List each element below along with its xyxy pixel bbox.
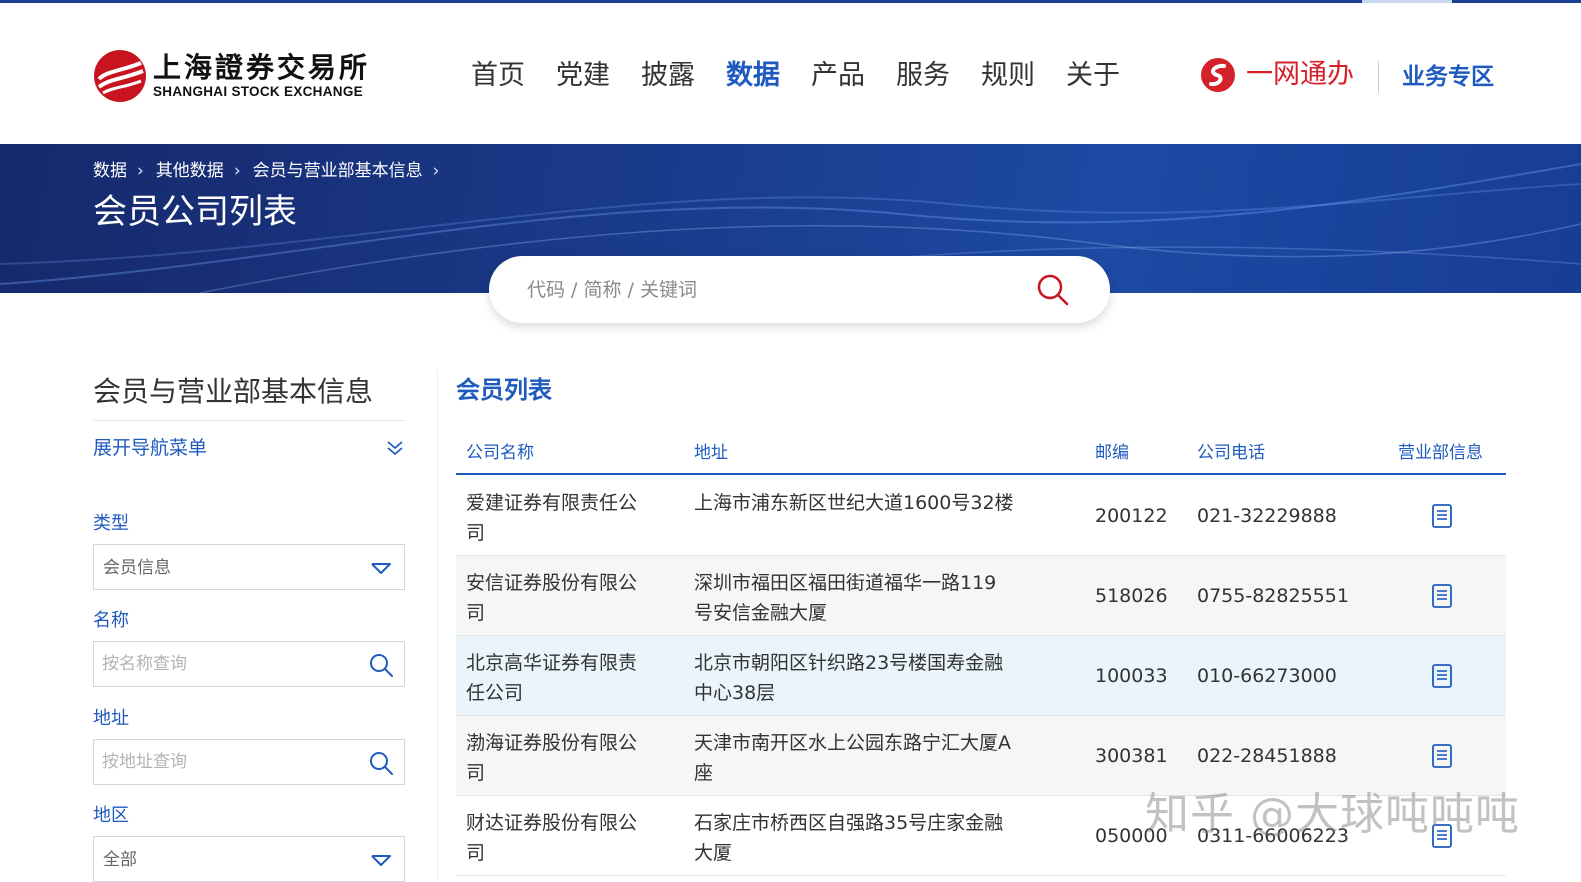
double-chevron-down-icon bbox=[387, 441, 403, 456]
type-select[interactable]: 会员信息 bbox=[93, 544, 405, 590]
member-list-title: 会员列表 bbox=[456, 376, 552, 404]
yiwang-label: 一网通办 bbox=[1246, 59, 1354, 90]
company-phone: 010-66273000 bbox=[1197, 665, 1337, 687]
column-header-phone: 公司电话 bbox=[1197, 443, 1265, 463]
global-search-box bbox=[489, 256, 1110, 323]
sse-logo-icon bbox=[94, 50, 146, 102]
sse-logo[interactable]: 上海證券交易所 SHANGHAI STOCK EXCHANGE bbox=[93, 49, 370, 103]
company-zip: 518026 bbox=[1095, 585, 1168, 607]
name-search-input[interactable] bbox=[102, 650, 357, 678]
breadcrumb-separator-icon: › bbox=[137, 161, 144, 181]
content-separator bbox=[437, 370, 438, 879]
breadcrumb-data[interactable]: 数据 bbox=[93, 159, 127, 183]
search-icon[interactable] bbox=[368, 652, 394, 678]
nav-home[interactable]: 首页 bbox=[471, 56, 525, 96]
company-address: 天津市南开区水上公园东路宁汇大厦A座 bbox=[694, 732, 1011, 784]
column-header-company: 公司名称 bbox=[466, 443, 534, 463]
company-name: 爱建证券有限责任公司 bbox=[466, 492, 638, 544]
company-address: 石家庄市桥西区自强路35号庄家金融大厦 bbox=[694, 812, 1004, 864]
triangle-down-icon bbox=[371, 855, 391, 866]
company-name: 渤海证券股份有限公司 bbox=[466, 732, 638, 784]
company-zip: 300381 bbox=[1095, 745, 1168, 767]
column-header-address: 地址 bbox=[694, 443, 728, 463]
search-icon[interactable] bbox=[368, 750, 394, 776]
site-header: 上海證券交易所 SHANGHAI STOCK EXCHANGE 首页 党建 披露… bbox=[0, 3, 1581, 144]
nav-disclosure[interactable]: 披露 bbox=[641, 56, 695, 96]
region-label: 地区 bbox=[93, 805, 129, 826]
nav-rules[interactable]: 规则 bbox=[981, 56, 1035, 96]
header-divider bbox=[1378, 61, 1379, 93]
yiwang-tongban-link[interactable]: 一网通办 bbox=[1200, 55, 1354, 95]
type-select-value: 会员信息 bbox=[103, 558, 171, 578]
company-name: 安信证券股份有限公司 bbox=[466, 572, 638, 624]
column-header-zip: 邮编 bbox=[1095, 443, 1129, 463]
document-icon[interactable] bbox=[1431, 583, 1453, 609]
name-label: 名称 bbox=[93, 610, 129, 631]
triangle-down-icon bbox=[371, 563, 391, 574]
search-icon[interactable] bbox=[1035, 272, 1071, 308]
table-row[interactable]: 爱建证券有限责任公司 上海市浦东新区世纪大道1600号32楼 200122 02… bbox=[456, 476, 1506, 556]
company-address: 北京市朝阳区针织路23号楼国寿金融中心38层 bbox=[694, 652, 1004, 704]
name-search-field bbox=[93, 641, 405, 687]
company-phone: 021-32229888 bbox=[1197, 505, 1337, 527]
zhihu-watermark: 知乎 @大球吨吨吨 bbox=[1145, 789, 1520, 840]
breadcrumb-member-info[interactable]: 会员与营业部基本信息 bbox=[253, 159, 423, 183]
address-search-field bbox=[93, 739, 405, 785]
column-header-branch-info: 营业部信息 bbox=[1398, 443, 1483, 463]
expand-nav-label: 展开导航菜单 bbox=[93, 437, 208, 459]
company-name: 北京高华证券有限责任公司 bbox=[466, 652, 638, 704]
table-header: 公司名称 地址 邮编 公司电话 营业部信息 bbox=[456, 436, 1506, 475]
expand-nav-menu-button[interactable]: 展开导航菜单 bbox=[93, 434, 405, 464]
breadcrumb-separator-icon: › bbox=[432, 161, 440, 181]
breadcrumb-other-data[interactable]: 其他数据 bbox=[156, 159, 224, 183]
page-title: 会员公司列表 bbox=[93, 192, 297, 232]
sidebar-divider bbox=[93, 420, 405, 421]
address-search-input[interactable] bbox=[102, 748, 357, 776]
nav-data[interactable]: 数据 bbox=[726, 56, 780, 96]
document-icon[interactable] bbox=[1431, 743, 1453, 769]
table-row[interactable]: 北京高华证券有限责任公司 北京市朝阳区针织路23号楼国寿金融中心38层 1000… bbox=[456, 636, 1506, 716]
company-address: 深圳市福田区福田街道福华一路119号安信金融大厦 bbox=[694, 572, 997, 624]
breadcrumb-separator-icon: › bbox=[233, 161, 241, 181]
company-phone: 0755-82825551 bbox=[1197, 585, 1349, 607]
company-zip: 100033 bbox=[1095, 665, 1168, 687]
business-zone-link[interactable]: 业务专区 bbox=[1402, 59, 1494, 95]
address-label: 地址 bbox=[93, 708, 129, 729]
nav-services[interactable]: 服务 bbox=[896, 56, 950, 96]
company-address: 上海市浦东新区世纪大道1600号32楼 bbox=[694, 492, 1014, 514]
logo-chinese-name: 上海證券交易所 bbox=[153, 51, 371, 84]
breadcrumb: 数据 › 其他数据 › 会员与营业部基本信息 › bbox=[93, 159, 451, 183]
region-select[interactable]: 全部 bbox=[93, 836, 405, 882]
document-icon[interactable] bbox=[1431, 503, 1453, 529]
sidebar-title: 会员与营业部基本信息 bbox=[93, 375, 374, 408]
yiwang-logo-icon bbox=[1201, 58, 1235, 92]
nav-about[interactable]: 关于 bbox=[1066, 56, 1120, 96]
global-search-input[interactable] bbox=[527, 274, 1007, 306]
nav-products[interactable]: 产品 bbox=[811, 56, 865, 96]
nav-party[interactable]: 党建 bbox=[556, 56, 610, 96]
type-label: 类型 bbox=[93, 513, 129, 534]
logo-english-name: SHANGHAI STOCK EXCHANGE bbox=[153, 84, 363, 99]
company-zip: 200122 bbox=[1095, 505, 1168, 527]
table-row[interactable]: 安信证券股份有限公司 深圳市福田区福田街道福华一路119号安信金融大厦 5180… bbox=[456, 556, 1506, 636]
company-name: 财达证券股份有限公司 bbox=[466, 812, 638, 864]
company-phone: 022-28451888 bbox=[1197, 745, 1337, 767]
main-nav: 首页 党建 披露 数据 产品 服务 规则 关于 bbox=[471, 56, 1151, 96]
document-icon[interactable] bbox=[1431, 663, 1453, 689]
region-select-value: 全部 bbox=[103, 850, 137, 870]
